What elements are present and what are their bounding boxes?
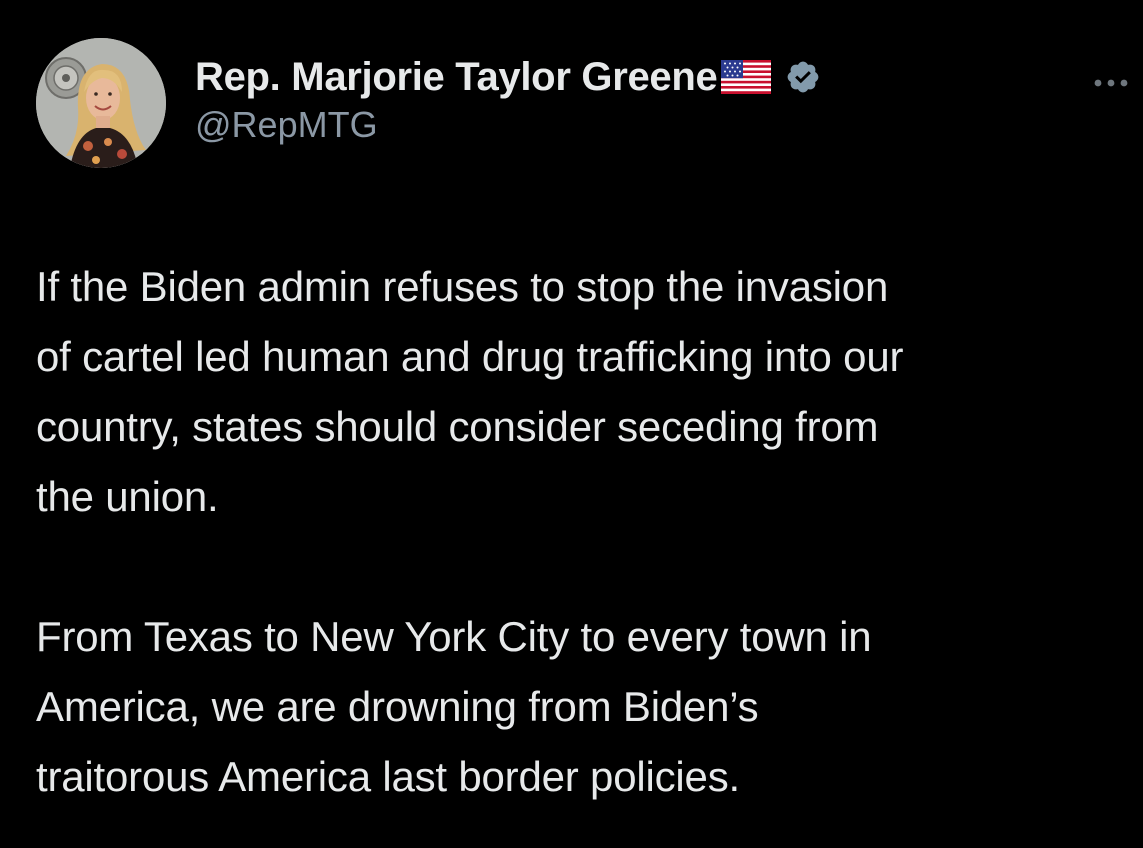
more-options-icon xyxy=(1094,79,1128,87)
verified-badge-icon[interactable] xyxy=(785,59,821,95)
author-handle[interactable]: @RepMTG xyxy=(195,104,821,146)
more-options-button[interactable] xyxy=(1086,68,1136,98)
tweet-header: Rep. Marjorie Taylor Greene @RepMTG xyxy=(36,38,1128,170)
avatar-photo xyxy=(36,38,166,168)
name-row: Rep. Marjorie Taylor Greene xyxy=(195,52,821,102)
author-info: Rep. Marjorie Taylor Greene @RepMTG xyxy=(195,52,821,146)
author-display-name[interactable]: Rep. Marjorie Taylor Greene xyxy=(195,55,718,100)
tweet-paragraph-2: From Texas to New York City to every tow… xyxy=(36,613,872,800)
avatar[interactable] xyxy=(36,38,166,168)
tweet-text: If the Biden admin refuses to stop the i… xyxy=(36,252,1116,812)
tweet-card: Rep. Marjorie Taylor Greene @RepMTG If t… xyxy=(0,0,1143,848)
us-flag-icon xyxy=(721,60,772,94)
tweet-paragraph-1: If the Biden admin refuses to stop the i… xyxy=(36,263,904,520)
